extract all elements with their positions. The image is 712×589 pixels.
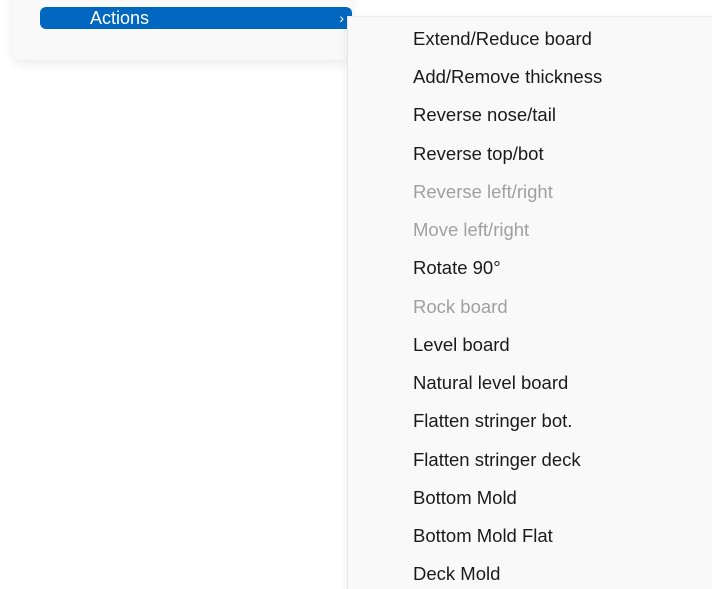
submenu-item-label: Flatten stringer bot.	[413, 410, 573, 431]
submenu-item-deck-mold[interactable]: Deck Mold	[348, 556, 708, 589]
submenu-item-label: Flatten stringer deck	[413, 449, 581, 470]
submenu-item-label: Level board	[413, 334, 510, 355]
chevron-right-icon: ›	[339, 10, 344, 26]
submenu-item-flatten-stringer-bot[interactable]: Flatten stringer bot.	[348, 403, 708, 439]
parent-context-menu: Actions ›	[12, 0, 352, 60]
submenu-item-label: Rotate 90°	[413, 257, 501, 278]
submenu-item-label: Reverse nose/tail	[413, 104, 556, 125]
submenu-item-move-left-right: Move left/right	[348, 212, 708, 248]
menu-item-actions-label: Actions	[90, 8, 150, 28]
submenu-item-label: Rock board	[413, 296, 508, 317]
submenu-item-label: Deck Mold	[413, 563, 501, 584]
submenu-item-add-remove-thickness[interactable]: Add/Remove thickness	[348, 59, 708, 95]
screen: Actions › Extend/Reduce board Add/Remove…	[0, 0, 712, 589]
submenu-item-rotate-90[interactable]: Rotate 90°	[348, 250, 708, 286]
submenu-item-label: Reverse left/right	[413, 181, 553, 202]
submenu-item-label: Reverse top/bot	[413, 143, 544, 164]
submenu-item-flatten-stringer-deck[interactable]: Flatten stringer deck	[348, 442, 708, 478]
submenu-item-bottom-mold-flat[interactable]: Bottom Mold Flat	[348, 518, 708, 554]
submenu-item-level-board[interactable]: Level board	[348, 327, 708, 363]
submenu-item-label: Extend/Reduce board	[413, 28, 592, 49]
submenu-item-label: Bottom Mold Flat	[413, 525, 553, 546]
submenu-item-reverse-top-bot[interactable]: Reverse top/bot	[348, 136, 708, 172]
submenu-item-rock-board: Rock board	[348, 289, 708, 325]
submenu-item-reverse-nose-tail[interactable]: Reverse nose/tail	[348, 97, 708, 133]
submenu-item-extend-reduce-board[interactable]: Extend/Reduce board	[348, 21, 708, 57]
submenu-item-reverse-left-right: Reverse left/right	[348, 174, 708, 210]
submenu-item-natural-level-board[interactable]: Natural level board	[348, 365, 708, 401]
submenu-item-label: Move left/right	[413, 219, 530, 240]
menu-item-actions[interactable]: Actions ›	[40, 7, 352, 29]
submenu-item-label: Bottom Mold	[413, 487, 517, 508]
actions-submenu: Extend/Reduce board Add/Remove thickness…	[347, 16, 712, 589]
submenu-item-label: Add/Remove thickness	[413, 66, 603, 87]
submenu-item-label: Natural level board	[413, 372, 569, 393]
submenu-item-bottom-mold[interactable]: Bottom Mold	[348, 480, 708, 516]
